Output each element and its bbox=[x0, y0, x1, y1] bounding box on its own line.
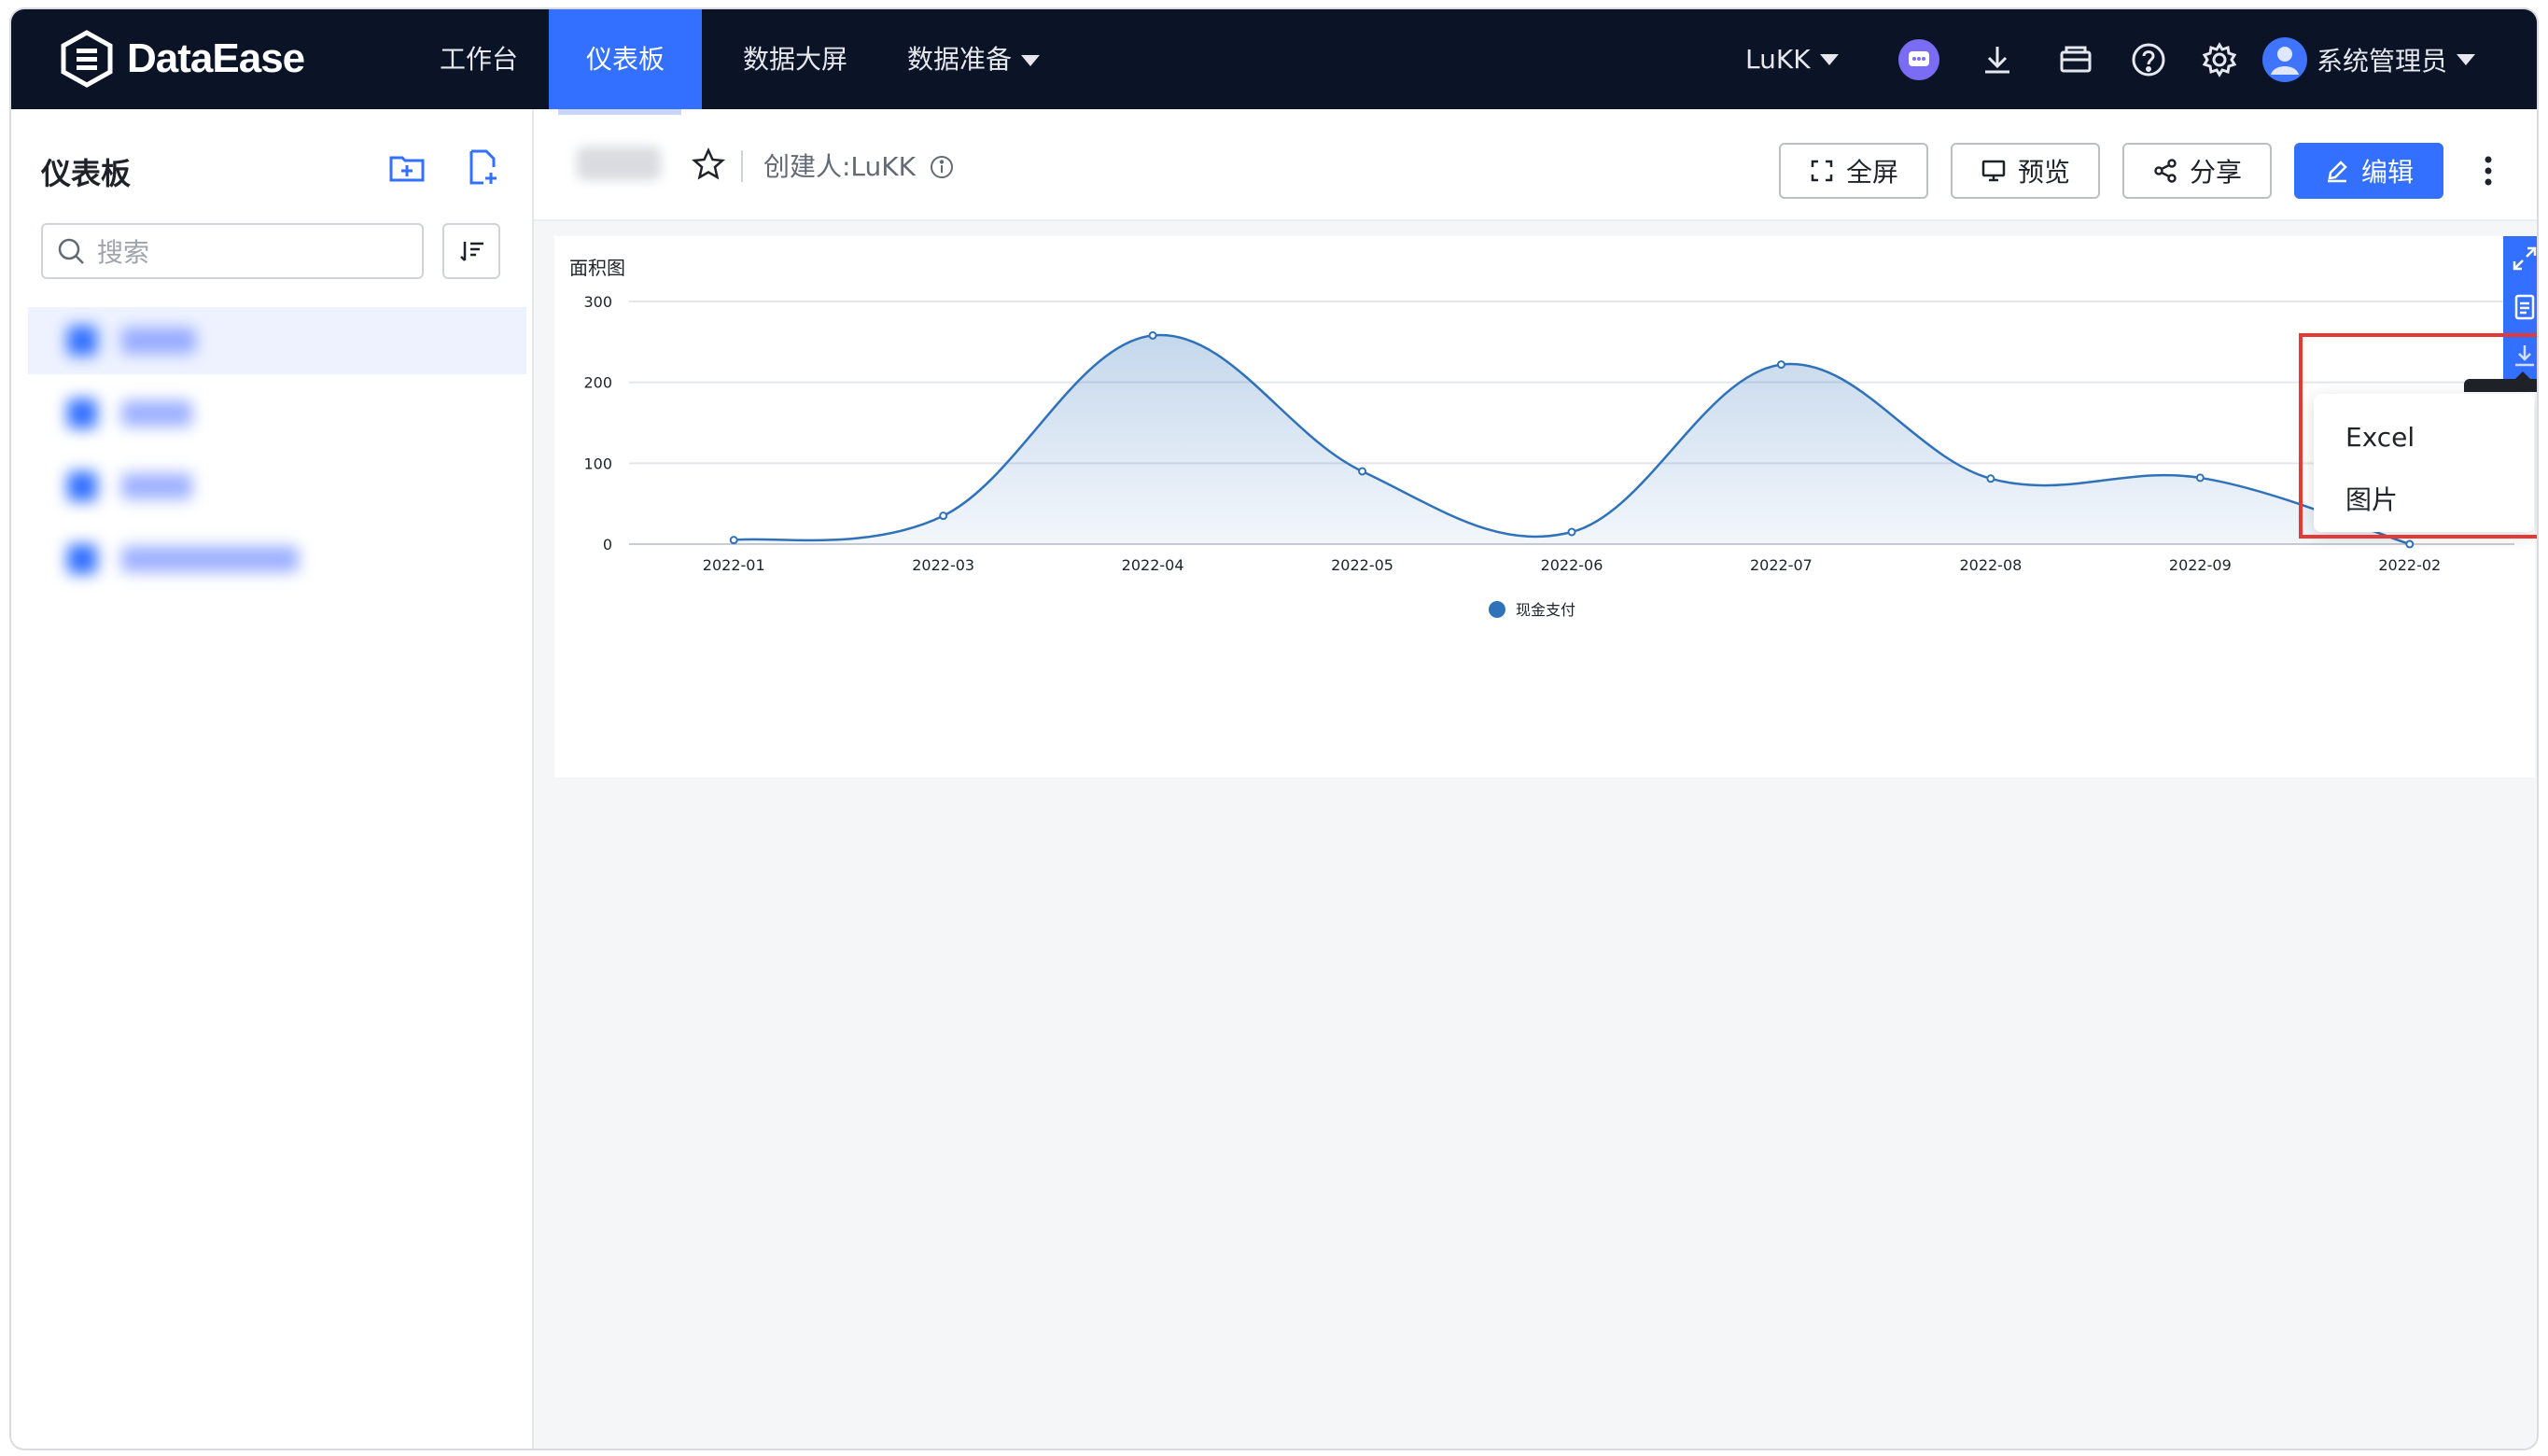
share-icon bbox=[2154, 159, 2177, 183]
creator-label: 创建人:LuKK bbox=[763, 151, 917, 182]
dashboard-file-icon bbox=[67, 326, 97, 356]
template-market-icon[interactable] bbox=[2055, 39, 2096, 80]
more-menu-icon[interactable] bbox=[2470, 150, 2507, 191]
dashboard-file-icon bbox=[67, 399, 97, 428]
data-point bbox=[729, 536, 738, 545]
details-icon[interactable] bbox=[2510, 292, 2537, 322]
nav-data-prep-label: 数据准备 bbox=[907, 44, 1013, 75]
y-tick-label: 100 bbox=[583, 455, 612, 472]
nav-data-prep[interactable]: 数据准备 bbox=[907, 9, 1066, 109]
dashboard-header: 创建人:LuKK 全屏 预览 分享 编辑 bbox=[534, 109, 2537, 221]
legend-marker bbox=[1489, 601, 1505, 618]
avatar bbox=[2262, 36, 2307, 82]
fullscreen-label: 全屏 bbox=[1845, 157, 1898, 188]
enlarge-icon[interactable] bbox=[2510, 244, 2537, 273]
data-point bbox=[1358, 467, 1367, 476]
logo-text: DataEase bbox=[127, 35, 305, 81]
user-name: 系统管理员 bbox=[2317, 45, 2448, 77]
org-switcher[interactable]: LuKK bbox=[1745, 9, 1839, 109]
series-area bbox=[734, 334, 2410, 544]
app-logo[interactable]: DataEase bbox=[58, 26, 305, 91]
data-point bbox=[1776, 360, 1785, 370]
tree-item[interactable] bbox=[28, 525, 526, 593]
fullscreen-button[interactable]: 全屏 bbox=[1779, 143, 1928, 199]
app-window: DataEase 工作台 仪表板 数据大屏 数据准备 LuKK 系统管理员 仪表… bbox=[11, 9, 2537, 1449]
info-icon[interactable] bbox=[930, 155, 954, 179]
data-point bbox=[1148, 330, 1157, 340]
tree-item-label bbox=[121, 400, 192, 427]
tree-item-label bbox=[121, 328, 196, 354]
search-input[interactable] bbox=[95, 232, 416, 272]
nav-dashboard[interactable]: 仪表板 bbox=[549, 9, 702, 109]
chart-svg: 300 200 100 0 2022-01 2022-03 2022-04 2022-05 20… bbox=[583, 293, 2514, 619]
x-tick-label: 2022-01 bbox=[703, 556, 765, 574]
edit-button[interactable]: 编辑 bbox=[2294, 143, 2443, 199]
x-tick-label: 2022-07 bbox=[1750, 556, 1813, 574]
monitor-icon bbox=[1981, 160, 2006, 182]
org-label: LuKK bbox=[1745, 44, 1811, 75]
y-tick-label: 300 bbox=[583, 293, 612, 311]
nav-workbench[interactable]: 工作台 bbox=[424, 9, 534, 109]
search-field[interactable] bbox=[41, 223, 424, 279]
ai-assistant-icon[interactable] bbox=[1898, 39, 1939, 80]
legend-label: 现金支付 bbox=[1516, 601, 1575, 619]
edit-pen-icon bbox=[2327, 161, 2347, 183]
favorite-star-icon[interactable] bbox=[691, 147, 726, 182]
area-chart-component[interactable]: 300 200 100 0 2022-01 2022-03 2022-04 2022-05 20… bbox=[554, 236, 2535, 777]
chevron-down-icon bbox=[2457, 53, 2476, 65]
x-tick-label: 2022-08 bbox=[1959, 556, 2022, 574]
edit-label: 编辑 bbox=[2360, 157, 2414, 188]
tree-item-label bbox=[121, 473, 192, 499]
fullscreen-icon bbox=[1811, 160, 1833, 182]
x-tick-label: 2022-04 bbox=[1122, 556, 1184, 574]
user-menu[interactable]: 系统管理员 bbox=[2262, 9, 2476, 109]
dashboard-sidebar: 仪表板 bbox=[11, 109, 534, 1449]
help-icon[interactable] bbox=[2128, 39, 2169, 80]
download-icon[interactable] bbox=[1977, 39, 2018, 80]
data-point bbox=[1567, 527, 1576, 537]
x-tick-label: 2022-02 bbox=[2378, 556, 2441, 574]
x-tick-label: 2022-05 bbox=[1331, 556, 1393, 574]
top-navbar: DataEase 工作台 仪表板 数据大屏 数据准备 LuKK 系统管理员 bbox=[11, 9, 2537, 109]
tree-item[interactable] bbox=[28, 380, 526, 447]
data-point bbox=[939, 511, 948, 521]
tree-item[interactable] bbox=[28, 453, 526, 520]
dashboard-canvas: 300 200 100 0 2022-01 2022-03 2022-04 2022-05 20… bbox=[534, 221, 2537, 1449]
nav-data-screen[interactable]: 数据大屏 bbox=[730, 9, 861, 109]
divider bbox=[741, 150, 743, 182]
tree-item[interactable] bbox=[28, 307, 526, 374]
y-tick-label: 200 bbox=[583, 374, 612, 392]
data-point bbox=[1986, 474, 1995, 483]
dashboard-file-icon bbox=[67, 544, 97, 574]
preview-button[interactable]: 预览 bbox=[1951, 143, 2100, 199]
tree-item-label bbox=[121, 546, 299, 572]
search-icon bbox=[58, 238, 84, 264]
chevron-down-icon bbox=[1819, 53, 1839, 65]
data-point bbox=[2195, 473, 2205, 483]
settings-icon[interactable] bbox=[2199, 39, 2240, 80]
preview-label: 预览 bbox=[2017, 157, 2070, 188]
dashboard-name bbox=[577, 147, 661, 180]
sidebar-title: 仪表板 bbox=[41, 156, 132, 191]
chevron-down-icon bbox=[1021, 55, 1041, 66]
data-point bbox=[2405, 539, 2415, 549]
folder-add-icon[interactable] bbox=[386, 147, 427, 188]
highlight-box bbox=[2299, 333, 2537, 539]
file-add-icon[interactable] bbox=[461, 147, 502, 188]
active-tab-indicator bbox=[558, 109, 681, 115]
dataease-logo-icon bbox=[61, 30, 113, 88]
x-tick-label: 2022-09 bbox=[2169, 556, 2232, 574]
sort-button[interactable] bbox=[442, 223, 500, 279]
share-button[interactable]: 分享 bbox=[2122, 143, 2272, 199]
creator-info: 创建人:LuKK bbox=[763, 147, 954, 184]
chart-title: 面积图 bbox=[569, 257, 625, 279]
sort-icon bbox=[460, 242, 483, 261]
dashboard-file-icon bbox=[67, 471, 97, 501]
share-label: 分享 bbox=[2189, 157, 2242, 188]
x-tick-label: 2022-06 bbox=[1541, 556, 1603, 574]
x-tick-label: 2022-03 bbox=[912, 556, 974, 574]
y-tick-label: 0 bbox=[603, 536, 612, 553]
